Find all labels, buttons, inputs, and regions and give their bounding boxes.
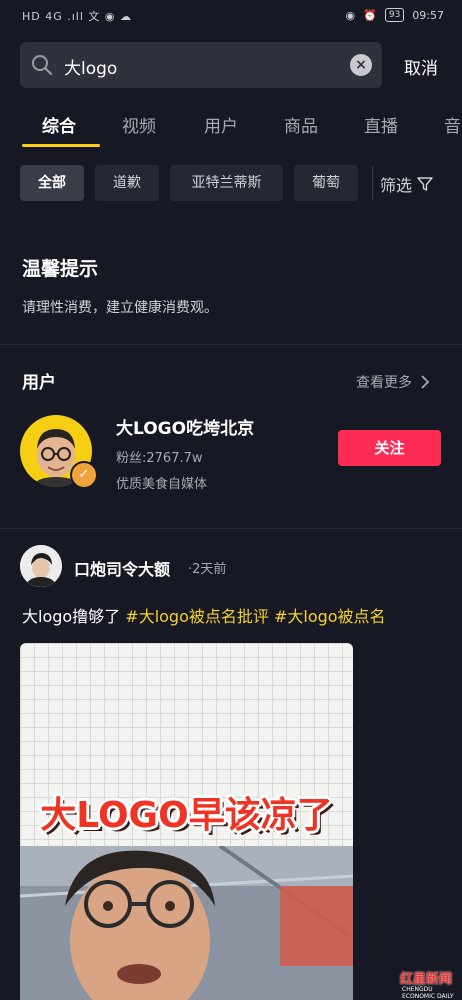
post-author-avatar[interactable] <box>20 545 62 587</box>
users-section-title: 用户 <box>22 373 56 393</box>
tip-title: 温馨提示 <box>22 258 99 280</box>
cancel-button[interactable]: 取消 <box>404 54 438 79</box>
news-watermark-sub: CHENGDU ECONOMIC DAILY <box>402 986 454 1000</box>
video-thumbnail[interactable]: 大LOGO早该凉了 <box>20 643 353 1000</box>
chip-atlantis[interactable]: 亚特兰蒂斯 <box>170 165 283 201</box>
clear-icon[interactable]: × <box>350 54 372 76</box>
search-icon <box>32 55 53 76</box>
chip-apology[interactable]: 道歉 <box>95 165 159 201</box>
user-fans: 粉丝:2767.7w <box>116 451 203 466</box>
filter-label: 筛选 <box>380 176 413 195</box>
tab-products[interactable]: 商品 <box>284 112 318 137</box>
tab-comprehensive[interactable]: 综合 <box>42 112 76 137</box>
battery-icon: 93 <box>384 8 405 22</box>
news-watermark: 红星新闻 <box>400 972 453 987</box>
divider <box>0 344 462 345</box>
verified-icon: ✓ <box>70 461 98 489</box>
chip-grape[interactable]: 葡萄 <box>294 165 358 201</box>
user-description: 优质美食自媒体 <box>116 477 208 492</box>
filter-button[interactable]: 筛选 <box>380 172 434 196</box>
search-input[interactable]: 大logo <box>64 54 117 79</box>
hashtag-link[interactable]: #大logo被点名 <box>269 607 386 626</box>
hashtag-link[interactable]: #大logo被点名批评 <box>125 607 269 626</box>
chevron-right-icon <box>421 375 430 389</box>
status-icons: HD 4G .ıll 文 ◉ ☁ <box>22 10 133 23</box>
user-name[interactable]: 大LOGO吃垮北京 <box>116 414 254 439</box>
follow-button[interactable]: 关注 <box>338 430 441 466</box>
eye-icon: ◉ <box>345 8 356 22</box>
tab-live[interactable]: 直播 <box>364 112 398 137</box>
alarm-icon: ⏰ <box>363 8 377 22</box>
see-more-label: 查看更多 <box>356 375 412 391</box>
video-photo <box>20 846 353 1000</box>
video-frame-image <box>20 846 353 1000</box>
tip-text: 请理性消费，建立健康消费观。 <box>22 300 218 316</box>
post-avatar-portrait <box>20 545 62 587</box>
filter-icon <box>417 177 433 191</box>
post-time: ·2天前 <box>188 562 227 577</box>
post-author-name[interactable]: 口炮司令大额 <box>74 556 170 580</box>
tab-music[interactable]: 音 <box>444 112 461 137</box>
post-text: 大logo撸够了 #大logo被点名批评 #大logo被点名 <box>22 603 386 627</box>
status-bar: HD 4G .ıll 文 ◉ ☁ ◉ ⏰ 93 09:57 <box>0 0 462 32</box>
post-text-plain: 大logo撸够了 <box>22 607 126 626</box>
tab-video[interactable]: 视频 <box>122 112 156 137</box>
see-more-link[interactable]: 查看更多 <box>356 372 430 392</box>
status-right: ◉ ⏰ 93 09:57 <box>346 8 444 22</box>
clock: 09:57 <box>412 8 444 22</box>
active-tab-indicator <box>22 144 100 147</box>
video-caption: 大LOGO早该凉了 <box>40 795 333 836</box>
tab-users[interactable]: 用户 <box>204 112 238 137</box>
divider <box>0 528 462 529</box>
filter-divider <box>372 166 373 200</box>
chip-all[interactable]: 全部 <box>20 165 84 201</box>
search-box[interactable]: 大logo × <box>20 42 382 88</box>
